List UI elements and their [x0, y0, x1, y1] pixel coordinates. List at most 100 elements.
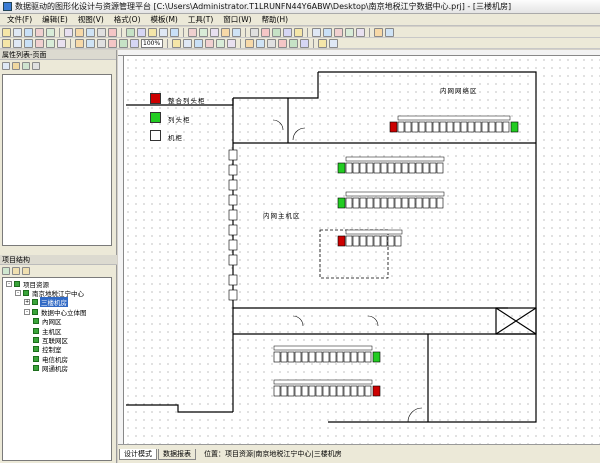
- delete-icon[interactable]: [108, 27, 117, 37]
- cabinet[interactable]: [401, 197, 409, 209]
- tree-checkbox[interactable]: [33, 337, 39, 344]
- brush-icon[interactable]: [35, 38, 44, 48]
- integrated-header-cabinet[interactable]: [389, 121, 398, 133]
- underline-icon[interactable]: [172, 38, 181, 48]
- integrated-header-cabinet[interactable]: [372, 385, 381, 397]
- cabinet[interactable]: [359, 235, 367, 247]
- tree-node[interactable]: 互联网区: [4, 335, 110, 345]
- cut-icon[interactable]: [46, 27, 55, 37]
- cabinet[interactable]: [429, 162, 437, 174]
- zoom-fit-icon[interactable]: [97, 38, 106, 48]
- cabinet[interactable]: [373, 235, 381, 247]
- align-right-icon[interactable]: [205, 38, 214, 48]
- zoom-select[interactable]: 100%: [141, 38, 163, 48]
- menu-item-0[interactable]: 文件(F): [2, 14, 37, 25]
- tree-checkbox[interactable]: [33, 346, 39, 353]
- color-icon[interactable]: [267, 38, 276, 48]
- chart-icon[interactable]: [188, 27, 197, 37]
- menu-item-4[interactable]: 模板(M): [146, 14, 183, 25]
- group-icon[interactable]: [221, 27, 230, 37]
- undo-icon[interactable]: [86, 27, 95, 37]
- cabinet[interactable]: [359, 197, 367, 209]
- italic-icon[interactable]: [130, 38, 139, 48]
- cabinet[interactable]: [287, 351, 295, 363]
- tree-node[interactable]: 控制室: [4, 345, 110, 354]
- image-icon[interactable]: [199, 27, 208, 37]
- cabinet[interactable]: [394, 162, 402, 174]
- new-icon[interactable]: [2, 27, 11, 37]
- tree-node[interactable]: 主机区: [4, 326, 110, 336]
- move-down-icon[interactable]: [22, 267, 30, 275]
- tree-expander-icon[interactable]: -: [15, 290, 21, 297]
- shadow-icon[interactable]: [278, 38, 287, 48]
- cabinet[interactable]: [366, 197, 374, 209]
- grid-icon[interactable]: [250, 27, 259, 37]
- ruler-icon[interactable]: [329, 38, 338, 48]
- refresh-icon[interactable]: [345, 27, 354, 37]
- header-cabinet[interactable]: [337, 197, 346, 209]
- cabinet[interactable]: [364, 351, 372, 363]
- cabinet[interactable]: [364, 385, 372, 397]
- menu-item-1[interactable]: 编辑(E): [37, 14, 73, 25]
- cabinet[interactable]: [294, 385, 302, 397]
- zoom-in-icon[interactable]: [75, 38, 84, 48]
- layer-icon[interactable]: [210, 27, 219, 37]
- cabinet[interactable]: [436, 162, 444, 174]
- cabinet[interactable]: [429, 197, 437, 209]
- pen-icon[interactable]: [57, 38, 66, 48]
- back-icon[interactable]: [227, 38, 236, 48]
- help-icon[interactable]: [385, 27, 394, 37]
- line-icon[interactable]: [137, 27, 146, 37]
- cabinet[interactable]: [280, 351, 288, 363]
- cabinet[interactable]: [366, 235, 374, 247]
- hand-icon[interactable]: [108, 38, 117, 48]
- cabinet[interactable]: [345, 197, 353, 209]
- cabinet[interactable]: [315, 351, 323, 363]
- cabinet[interactable]: [350, 351, 358, 363]
- property-grid[interactable]: [2, 74, 112, 246]
- rotate-icon[interactable]: [24, 38, 33, 48]
- cabinet[interactable]: [301, 385, 309, 397]
- redo-icon[interactable]: [97, 27, 106, 37]
- cabinet[interactable]: [359, 162, 367, 174]
- cabinet[interactable]: [294, 351, 302, 363]
- sort-category-icon[interactable]: [2, 62, 10, 70]
- cabinet[interactable]: [315, 385, 323, 397]
- cabinet[interactable]: [322, 385, 330, 397]
- cabinet[interactable]: [436, 197, 444, 209]
- cabinet[interactable]: [352, 197, 360, 209]
- tab-design-mode[interactable]: 设计模式: [119, 448, 157, 460]
- cabinet[interactable]: [273, 385, 281, 397]
- menu-item-3[interactable]: 格式(O): [109, 14, 146, 25]
- tree-checkbox[interactable]: [32, 308, 38, 315]
- floor-plan[interactable]: [118, 50, 600, 444]
- cabinet[interactable]: [422, 197, 430, 209]
- tree-node[interactable]: 电信机房: [4, 354, 110, 364]
- text-icon[interactable]: [148, 27, 157, 37]
- tree-node[interactable]: - 项目资源: [4, 279, 110, 289]
- cabinet[interactable]: [329, 351, 337, 363]
- cabinet[interactable]: [380, 235, 388, 247]
- tree-checkbox[interactable]: [33, 355, 39, 362]
- import-icon[interactable]: [283, 27, 292, 37]
- menu-item-7[interactable]: 帮助(H): [257, 14, 294, 25]
- unlock-icon[interactable]: [256, 38, 265, 48]
- cabinet[interactable]: [474, 121, 482, 133]
- tree-checkbox[interactable]: [14, 280, 20, 287]
- cabinet[interactable]: [350, 385, 358, 397]
- tree-checkbox[interactable]: [23, 290, 29, 297]
- cabinet[interactable]: [495, 121, 503, 133]
- cabinet[interactable]: [308, 385, 316, 397]
- paste-icon[interactable]: [75, 27, 84, 37]
- cabinet[interactable]: [404, 121, 412, 133]
- tree-node[interactable]: 內网区: [4, 317, 110, 326]
- camera-icon[interactable]: [312, 27, 321, 37]
- pointer-icon[interactable]: [126, 27, 135, 37]
- cabinet[interactable]: [308, 351, 316, 363]
- tree-expander-icon[interactable]: +: [24, 299, 30, 306]
- zoom-out-icon[interactable]: [86, 38, 95, 48]
- sort-alpha-icon[interactable]: [12, 62, 20, 70]
- cabinet[interactable]: [488, 121, 496, 133]
- align-center-icon[interactable]: [194, 38, 203, 48]
- bold-icon[interactable]: [119, 38, 128, 48]
